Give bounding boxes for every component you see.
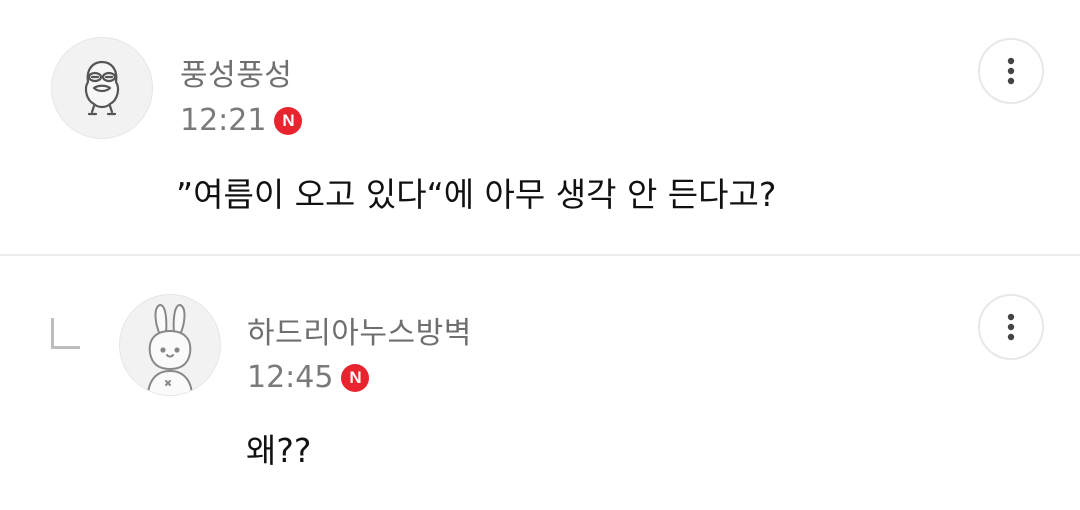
more-options-button[interactable] bbox=[978, 294, 1044, 360]
more-options-button[interactable] bbox=[978, 38, 1044, 104]
comment-author[interactable]: 풍성풍성 bbox=[180, 50, 292, 94]
avatar[interactable] bbox=[119, 294, 221, 396]
reply-item: 하드리아누스방벽 12:45 N 왜?? bbox=[0, 256, 1080, 510]
comment-text: ”여름이 오고 있다“에 아무 생각 안 든다고? bbox=[176, 175, 777, 214]
more-vertical-icon bbox=[1007, 57, 1015, 85]
new-badge: N bbox=[341, 363, 370, 392]
comment-time: 12:21 bbox=[180, 103, 267, 138]
comment-item: 풍성풍성 12:21 N ”여름이 오고 있다“에 아무 생각 안 든다고? bbox=[0, 0, 1080, 254]
comment-author[interactable]: 하드리아누스방벽 bbox=[247, 308, 472, 352]
comment-time: 12:45 bbox=[247, 360, 334, 395]
more-vertical-icon bbox=[1007, 313, 1015, 341]
rabbit-avatar-icon bbox=[147, 304, 193, 395]
reply-indent-icon bbox=[51, 318, 80, 349]
comment-text: 왜?? bbox=[246, 431, 312, 470]
new-badge: N bbox=[274, 106, 303, 135]
comment-meta: 12:45 N bbox=[247, 360, 370, 395]
frog-avatar-icon bbox=[84, 60, 120, 116]
comment-meta: 12:21 N bbox=[180, 103, 303, 138]
avatar[interactable] bbox=[51, 37, 153, 139]
